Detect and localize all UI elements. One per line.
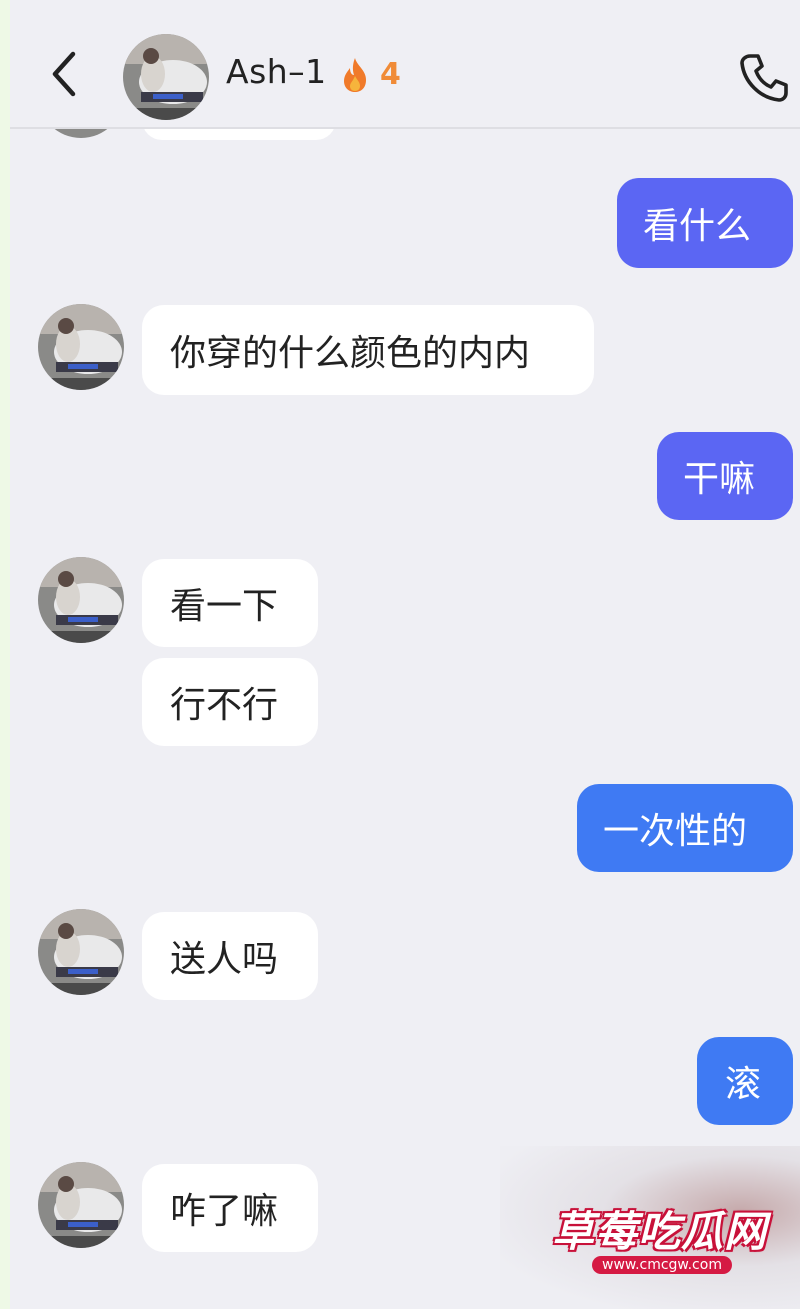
back-button[interactable] [45,48,85,100]
sender-avatar[interactable] [38,909,124,995]
watermark-url: www.cmcgw.com [592,1256,732,1274]
chevron-left-icon [52,51,76,97]
message-list[interactable]: 看什么 你穿的什么颜色的内内 干嘛 看一下 行不行 一次性的 送人吗 滚 咋了嘛 [10,0,800,1309]
sender-avatar[interactable] [38,1162,124,1248]
contact-avatar[interactable] [123,34,209,120]
outgoing-message[interactable]: 干嘛 [657,432,793,520]
message-text: 咋了嘛 [170,1191,279,1232]
contact-name[interactable]: Ash–1 [226,52,327,91]
incoming-message[interactable]: 行不行 [142,658,318,746]
message-text: 一次性的 [603,811,748,852]
chat-header: Ash–1 4 [10,0,800,129]
outgoing-message[interactable]: 滚 [697,1037,793,1125]
message-text: 看什么 [643,206,752,247]
sender-avatar[interactable] [38,557,124,643]
avatar-photo [38,909,124,995]
message-text: 送人吗 [170,939,279,980]
chat-screen: Ash–1 4 看什么 你穿的什么颜色的内内 干嘛 看一下 行不行 一次性的 送… [10,0,800,1309]
call-button[interactable] [738,50,790,104]
watermark: 草莓吃瓜网 www.cmcgw.com [500,1146,800,1309]
outgoing-message[interactable]: 看什么 [617,178,793,268]
message-text: 滚 [725,1064,762,1105]
outgoing-message[interactable]: 一次性的 [577,784,793,872]
avatar-photo [38,304,124,390]
avatar-photo [38,1162,124,1248]
message-text: 你穿的什么颜色的内内 [170,333,531,374]
avatar-photo [38,557,124,643]
message-text: 看一下 [170,586,279,627]
watermark-title: 草莓吃瓜网 [552,1207,768,1256]
sender-avatar[interactable] [38,304,124,390]
phone-icon [740,54,788,102]
avatar-photo [123,34,209,120]
incoming-message[interactable]: 送人吗 [142,912,318,1000]
streak-count: 4 [380,57,401,92]
message-text: 干嘛 [683,459,756,500]
message-text: 行不行 [170,685,279,726]
fire-icon [344,58,366,92]
incoming-message[interactable]: 看一下 [142,559,318,647]
incoming-message[interactable]: 你穿的什么颜色的内内 [142,305,594,395]
incoming-message[interactable]: 咋了嘛 [142,1164,318,1252]
